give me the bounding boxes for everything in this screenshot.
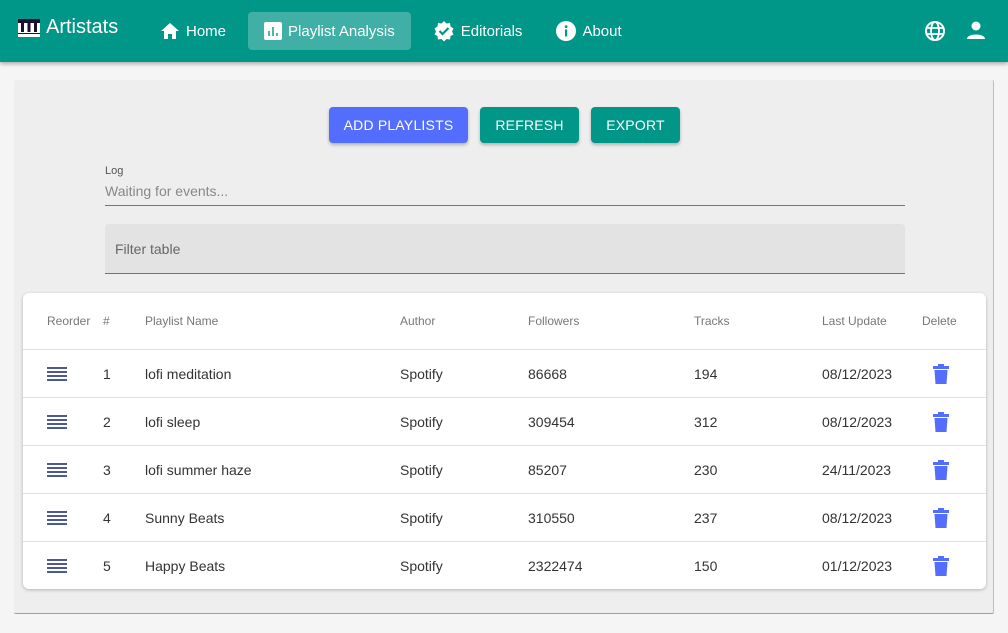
toolbar: ADD PLAYLISTS REFRESH EXPORT: [329, 107, 680, 143]
header-tracks[interactable]: Tracks: [694, 293, 730, 349]
table-row: 3 lofi summer haze Spotify 85207 230 24/…: [23, 446, 986, 494]
drag-handle-icon[interactable]: [47, 559, 67, 573]
globe-icon[interactable]: [924, 20, 946, 42]
reorder-handle[interactable]: [47, 542, 67, 590]
delete-button[interactable]: [922, 398, 949, 445]
header-author[interactable]: Author: [400, 293, 435, 349]
home-icon: [161, 23, 179, 39]
playlist-table: Reorder # Playlist Name Author Followers…: [23, 293, 986, 589]
playlist-tracks: 312: [694, 413, 718, 430]
filter-input[interactable]: [105, 224, 905, 273]
nav-about-label: About: [582, 22, 622, 40]
nav-playlist-analysis-label: Playlist Analysis: [288, 22, 395, 40]
main-nav: Home Playlist Analysis Editorials About: [148, 12, 644, 50]
table-row: 4 Sunny Beats Spotify 310550 237 08/12/2…: [23, 494, 986, 542]
export-button[interactable]: EXPORT: [591, 107, 680, 143]
header-reorder: Reorder: [47, 314, 91, 328]
brand[interactable]: Artistats: [18, 16, 118, 39]
nav-editorials-label: Editorials: [460, 22, 523, 40]
playlist-followers: 309454: [528, 413, 575, 430]
playlist-tracks: 194: [694, 365, 718, 382]
nav-editorials[interactable]: Editorials: [421, 12, 535, 50]
playlist-followers: 2322474: [528, 558, 583, 574]
nav-home-label: Home: [186, 22, 227, 40]
header-number: #: [103, 314, 110, 328]
playlist-name: lofi meditation: [145, 365, 232, 382]
nav-home[interactable]: Home: [148, 12, 238, 50]
delete-button[interactable]: [922, 446, 949, 493]
row-number: 1: [103, 365, 111, 382]
verified-badge-icon: [434, 21, 454, 42]
table-row: 1 lofi meditation Spotify 86668 194 08/1…: [23, 350, 986, 398]
drag-handle-icon[interactable]: [47, 414, 67, 429]
row-number: 5: [103, 558, 111, 574]
playlist-last-update: 08/12/2023: [822, 365, 893, 382]
appbar-actions: [924, 20, 986, 42]
reorder-handle[interactable]: [47, 446, 67, 493]
playlist-name: Happy Beats: [145, 558, 226, 574]
trash-icon[interactable]: [933, 556, 949, 576]
playlist-author: Spotify: [400, 558, 443, 574]
log-value: Waiting for events...: [105, 183, 229, 199]
header-followers[interactable]: Followers: [528, 293, 579, 349]
header-delete: Delete: [922, 314, 957, 328]
playlist-name: Sunny Beats: [145, 509, 225, 526]
log-field: Log Waiting for events...: [105, 165, 905, 206]
user-icon[interactable]: [966, 20, 986, 40]
playlist-author: Spotify: [400, 365, 443, 382]
reorder-handle[interactable]: [47, 494, 67, 541]
piano-logo-icon: [18, 18, 40, 37]
delete-button[interactable]: [922, 494, 949, 541]
playlist-last-update: 24/11/2023: [822, 461, 892, 478]
row-number: 3: [103, 461, 111, 478]
table-row: 2 lofi sleep Spotify 309454 312 08/12/20…: [23, 398, 986, 446]
playlist-tracks: 150: [694, 558, 718, 574]
nav-playlist-analysis[interactable]: Playlist Analysis: [248, 12, 411, 50]
trash-icon[interactable]: [933, 459, 949, 480]
row-number: 4: [103, 509, 111, 526]
playlist-last-update: 08/12/2023: [822, 413, 893, 430]
trash-icon[interactable]: [933, 411, 949, 432]
drag-handle-icon[interactable]: [47, 366, 67, 381]
refresh-button[interactable]: REFRESH: [480, 107, 579, 143]
playlist-followers: 310550: [528, 509, 575, 526]
app-bar: Artistats Home Playlist Analysis Editori…: [0, 0, 1008, 62]
header-playlist-name[interactable]: Playlist Name: [145, 293, 218, 349]
playlist-analysis-panel: ADD PLAYLISTS REFRESH EXPORT Log Waiting…: [14, 80, 994, 614]
add-playlists-button[interactable]: ADD PLAYLISTS: [329, 107, 468, 143]
playlist-followers: 85207: [528, 461, 567, 478]
filter-field[interactable]: [105, 224, 905, 274]
playlist-name: lofi sleep: [145, 413, 201, 430]
reorder-handle[interactable]: [47, 398, 67, 445]
playlist-tracks: 237: [694, 509, 718, 526]
playlist-author: Spotify: [400, 461, 443, 478]
playlist-last-update: 08/12/2023: [822, 509, 893, 526]
reorder-handle[interactable]: [47, 350, 67, 397]
header-last-update[interactable]: Last Update: [822, 293, 887, 349]
table-header-row: Reorder # Playlist Name Author Followers…: [23, 293, 986, 350]
log-label: Log: [105, 165, 124, 177]
trash-icon[interactable]: [933, 507, 949, 528]
playlist-author: Spotify: [400, 509, 443, 526]
playlist-followers: 86668: [528, 365, 567, 382]
playlist-tracks: 230: [694, 461, 718, 478]
delete-button[interactable]: [922, 542, 949, 590]
row-number: 2: [103, 413, 111, 430]
drag-handle-icon[interactable]: [47, 462, 67, 477]
info-icon: [556, 21, 577, 41]
playlist-author: Spotify: [400, 413, 443, 430]
nav-about[interactable]: About: [544, 12, 633, 50]
playlist-name: lofi summer haze: [145, 461, 252, 478]
playlist-last-update: 01/12/2023: [822, 558, 893, 574]
trash-icon[interactable]: [933, 363, 949, 384]
brand-name: Artistats: [46, 16, 119, 38]
drag-handle-icon[interactable]: [47, 510, 67, 525]
chart-icon: [264, 22, 283, 40]
delete-button[interactable]: [922, 350, 949, 397]
table-row: 5 Happy Beats Spotify 2322474 150 01/12/…: [23, 542, 986, 590]
